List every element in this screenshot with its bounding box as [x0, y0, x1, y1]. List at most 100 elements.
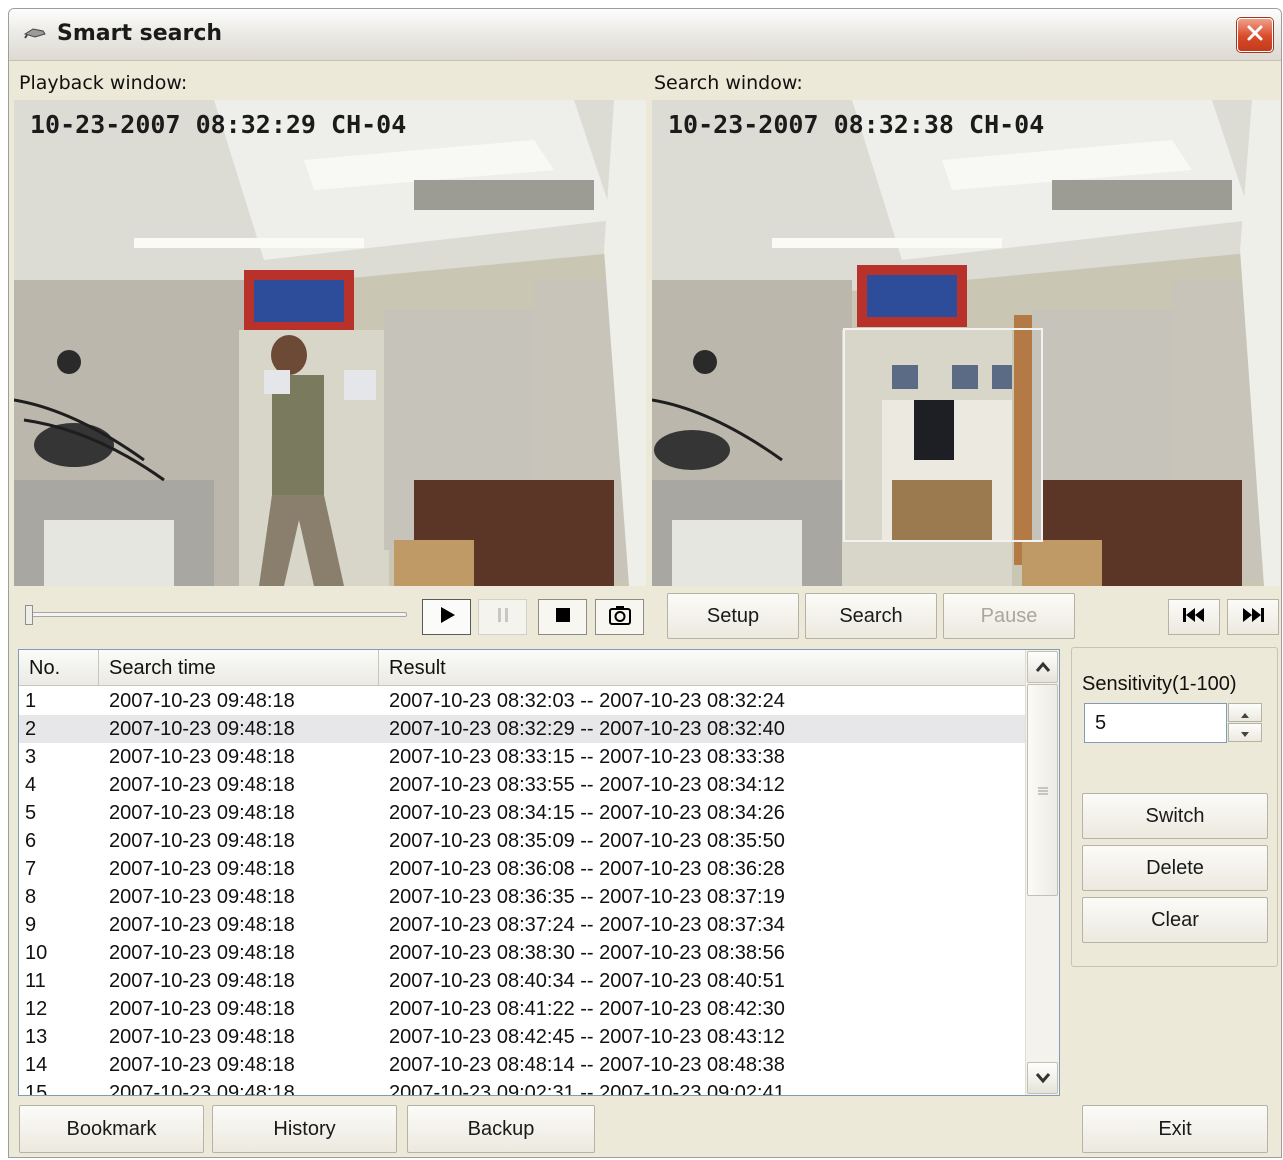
row-number: 15: [25, 1082, 48, 1096]
chevron-down-icon: [1035, 1069, 1051, 1088]
sensitivity-input[interactable]: 5: [1084, 703, 1227, 743]
row-result: 2007-10-23 08:41:22 -- 2007-10-23 08:42:…: [389, 998, 785, 1020]
playback-slider-thumb[interactable]: [25, 605, 33, 625]
skip-next-icon: [1241, 607, 1265, 627]
column-header-search-time[interactable]: Search time: [99, 650, 379, 686]
bookmark-button[interactable]: Bookmark: [19, 1105, 204, 1153]
table-row[interactable]: 9 2007-10-23 09:48:18 2007-10-23 08:37:24 …: [19, 911, 1025, 939]
backup-button[interactable]: Backup: [407, 1105, 595, 1153]
stop-button[interactable]: [538, 599, 587, 635]
table-row[interactable]: 13 2007-10-23 09:48:18 2007-10-23 08:42:45…: [19, 1023, 1025, 1051]
row-number: 4: [25, 774, 37, 796]
row-search-time: 2007-10-23 09:48:18: [109, 942, 295, 964]
title-bar[interactable]: Smart search: [9, 9, 1281, 61]
row-number: 5: [25, 802, 37, 824]
pause-transport-button[interactable]: [478, 599, 527, 635]
previous-button[interactable]: [1168, 599, 1220, 635]
search-timestamp-osd: 10-23-2007 08:32:38 CH-04: [668, 110, 1045, 139]
table-row[interactable]: 6 2007-10-23 09:48:18 2007-10-23 08:35:09 …: [19, 827, 1025, 855]
column-header-result[interactable]: Result: [379, 650, 1025, 686]
spin-down-icon: [1241, 723, 1249, 742]
playback-slider-track[interactable]: [29, 612, 407, 617]
search-button[interactable]: Search: [805, 593, 937, 639]
row-result: 2007-10-23 08:33:55 -- 2007-10-23 08:34:…: [389, 774, 785, 796]
row-number: 10: [25, 942, 48, 964]
search-app-icon: [23, 25, 47, 41]
play-icon: [437, 605, 457, 629]
table-row[interactable]: 8 2007-10-23 09:48:18 2007-10-23 08:36:35 …: [19, 883, 1025, 911]
search-video[interactable]: 10-23-2007 08:32:38 CH-04: [652, 100, 1280, 586]
row-search-time: 2007-10-23 09:48:18: [109, 830, 295, 852]
play-button[interactable]: [422, 599, 471, 635]
table-row[interactable]: 10 2007-10-23 09:48:18 2007-10-23 08:38:30…: [19, 939, 1025, 967]
row-result: 2007-10-23 08:36:35 -- 2007-10-23 08:37:…: [389, 886, 785, 908]
row-search-time: 2007-10-23 09:48:18: [109, 690, 295, 712]
row-search-time: 2007-10-23 09:48:18: [109, 718, 295, 740]
history-button[interactable]: History: [212, 1105, 397, 1153]
row-number: 11: [25, 970, 46, 992]
pause-button[interactable]: Pause: [943, 593, 1075, 639]
grip-icon: [1037, 781, 1049, 800]
scroll-thumb[interactable]: [1027, 684, 1058, 896]
row-search-time: 2007-10-23 09:48:18: [109, 802, 295, 824]
results-rows: 1 2007-10-23 09:48:18 2007-10-23 08:32:03 …: [19, 687, 1025, 1096]
row-number: 7: [25, 858, 37, 880]
table-row[interactable]: 2 2007-10-23 09:48:18 2007-10-23 08:32:29 …: [19, 715, 1025, 743]
table-row[interactable]: 1 2007-10-23 09:48:18 2007-10-23 08:32:03 …: [19, 687, 1025, 715]
table-row[interactable]: 14 2007-10-23 09:48:18 2007-10-23 08:48:14…: [19, 1051, 1025, 1079]
sensitivity-decrease-button[interactable]: [1228, 723, 1262, 742]
row-result: 2007-10-23 08:35:09 -- 2007-10-23 08:35:…: [389, 830, 785, 852]
exit-button[interactable]: Exit: [1082, 1105, 1268, 1153]
table-row[interactable]: 4 2007-10-23 09:48:18 2007-10-23 08:33:55 …: [19, 771, 1025, 799]
table-row[interactable]: 5 2007-10-23 09:48:18 2007-10-23 08:34:15 …: [19, 799, 1025, 827]
row-number: 3: [25, 746, 37, 768]
row-number: 6: [25, 830, 37, 852]
row-number: 1: [25, 690, 37, 712]
row-result: 2007-10-23 08:32:29 -- 2007-10-23 08:32:…: [389, 718, 785, 740]
chevron-up-icon: [1035, 658, 1051, 677]
row-result: 2007-10-23 08:42:45 -- 2007-10-23 08:43:…: [389, 1026, 785, 1048]
row-search-time: 2007-10-23 09:48:18: [109, 1054, 295, 1076]
row-number: 8: [25, 886, 37, 908]
switch-button[interactable]: Switch: [1082, 793, 1268, 839]
row-result: 2007-10-23 08:34:15 -- 2007-10-23 08:34:…: [389, 802, 785, 824]
row-result: 2007-10-23 08:38:30 -- 2007-10-23 08:38:…: [389, 942, 785, 964]
row-search-time: 2007-10-23 09:48:18: [109, 1082, 295, 1096]
results-table[interactable]: No. Search time Result 1 2007-10-23 09:48…: [18, 649, 1060, 1096]
row-result: 2007-10-23 08:40:34 -- 2007-10-23 08:40:…: [389, 970, 785, 992]
playback-timestamp-osd: 10-23-2007 08:32:29 CH-04: [30, 110, 407, 139]
table-row[interactable]: 12 2007-10-23 09:48:18 2007-10-23 08:41:22…: [19, 995, 1025, 1023]
snapshot-button[interactable]: [595, 599, 644, 635]
stop-icon: [553, 605, 573, 629]
row-number: 14: [25, 1054, 48, 1076]
scroll-up-button[interactable]: [1027, 651, 1058, 683]
sensitivity-increase-button[interactable]: [1228, 703, 1262, 722]
row-result: 2007-10-23 08:32:03 -- 2007-10-23 08:32:…: [389, 690, 785, 712]
smart-search-window: Smart search Playback window: Search win…: [8, 8, 1282, 1158]
row-result: 2007-10-23 08:36:08 -- 2007-10-23 08:36:…: [389, 858, 785, 880]
delete-button[interactable]: Delete: [1082, 845, 1268, 891]
results-scrollbar[interactable]: [1025, 650, 1059, 1095]
table-row[interactable]: 3 2007-10-23 09:48:18 2007-10-23 08:33:15 …: [19, 743, 1025, 771]
playback-window-label: Playback window:: [19, 72, 188, 94]
row-search-time: 2007-10-23 09:48:18: [109, 886, 295, 908]
clear-button[interactable]: Clear: [1082, 897, 1268, 943]
row-number: 9: [25, 914, 37, 936]
table-row[interactable]: 15 2007-10-23 09:48:18 2007-10-23 09:02:31…: [19, 1079, 1025, 1096]
table-row[interactable]: 11 2007-10-23 09:48:18 2007-10-23 08:40:34…: [19, 967, 1025, 995]
table-row[interactable]: 7 2007-10-23 09:48:18 2007-10-23 08:36:08 …: [19, 855, 1025, 883]
row-search-time: 2007-10-23 09:48:18: [109, 914, 295, 936]
next-button[interactable]: [1227, 599, 1279, 635]
row-result: 2007-10-23 09:02:31 -- 2007-10-23 09:02:…: [389, 1082, 785, 1096]
search-window-label: Search window:: [654, 72, 803, 94]
row-search-time: 2007-10-23 09:48:18: [109, 746, 295, 768]
column-header-no[interactable]: No.: [19, 650, 99, 686]
close-icon: [1245, 23, 1265, 47]
playback-video[interactable]: 10-23-2007 08:32:29 CH-04: [14, 100, 646, 586]
row-result: 2007-10-23 08:37:24 -- 2007-10-23 08:37:…: [389, 914, 785, 936]
row-number: 2: [25, 718, 37, 740]
close-button[interactable]: [1237, 18, 1273, 52]
row-search-time: 2007-10-23 09:48:18: [109, 998, 295, 1020]
setup-button[interactable]: Setup: [667, 593, 799, 639]
scroll-down-button[interactable]: [1027, 1062, 1058, 1094]
